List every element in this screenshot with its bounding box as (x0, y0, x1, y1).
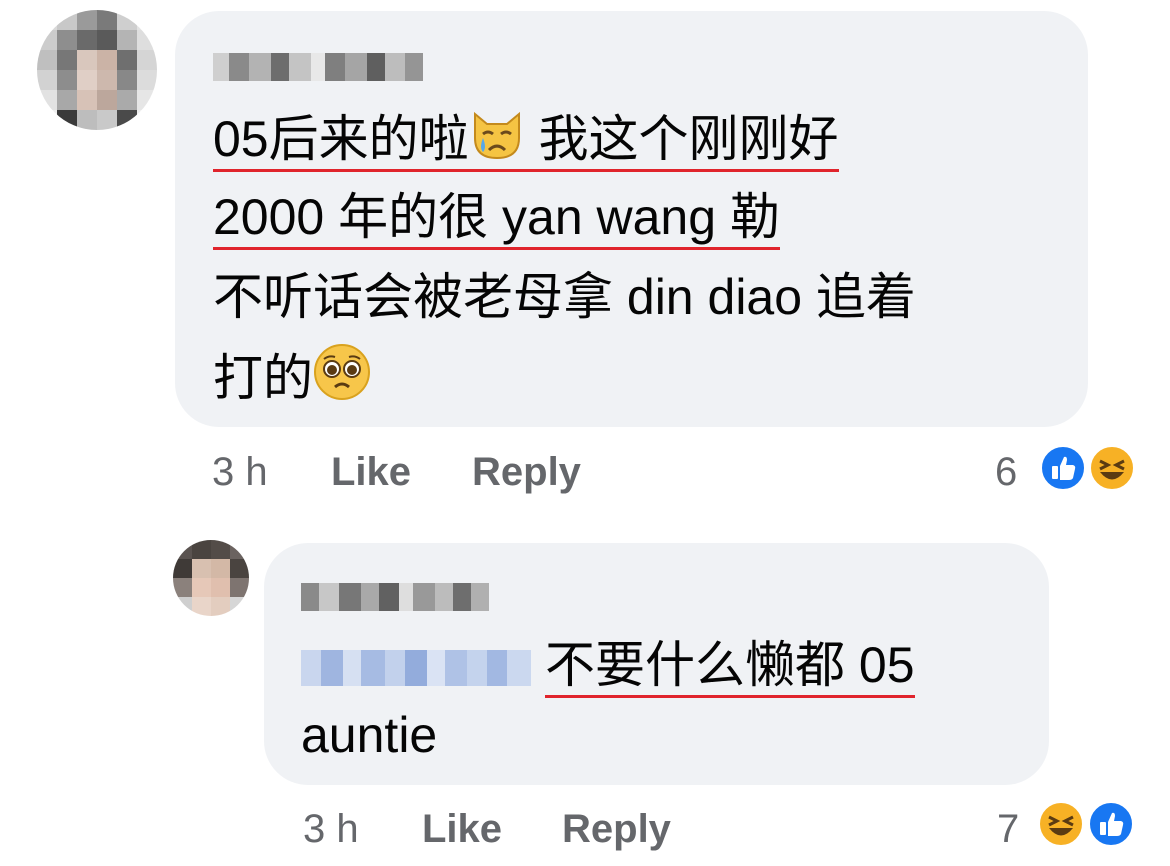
reply-bubble: 不要什么懒都 05 auntie (264, 543, 1049, 785)
commenter-name-blurred[interactable] (213, 53, 423, 81)
reply-like-button[interactable]: Like (422, 805, 502, 853)
replier-name-blurred[interactable] (301, 583, 489, 611)
comment-text-line-3: 不听话会被老母拿 din diao 追着 (213, 269, 916, 325)
like-reaction-icon[interactable] (1039, 444, 1087, 492)
comment-text-line-4: 打的 (213, 343, 371, 414)
comment-bubble: 05后来的啦 我这个刚刚好 2000 年的很 yan wang 勒 不听话会被老… (175, 11, 1088, 427)
reply-reply-button[interactable]: Reply (562, 805, 671, 853)
commenter-avatar[interactable] (37, 10, 157, 130)
crying-cat-emoji (469, 110, 525, 175)
reply-haha-reaction-icon[interactable] (1037, 800, 1085, 848)
comment-text-line-1: 05后来的啦 我这个刚刚好 (213, 109, 839, 175)
reply-like-reaction-icon[interactable] (1087, 800, 1135, 848)
reply-reaction-count[interactable]: 7 (997, 805, 1019, 853)
reply-timestamp[interactable]: 3 h (303, 805, 359, 853)
like-button[interactable]: Like (331, 448, 411, 496)
pleading-face-emoji (313, 343, 371, 414)
reply-text-line-1: 不要什么懒都 05 (301, 635, 915, 698)
reaction-count[interactable]: 6 (995, 448, 1017, 496)
reply-text-line-2: auntie (301, 707, 438, 763)
comment-timestamp[interactable]: 3 h (212, 448, 268, 496)
replier-avatar[interactable] (173, 540, 249, 616)
mention-blurred[interactable] (301, 650, 531, 686)
haha-reaction-icon[interactable] (1088, 444, 1136, 492)
comment-text-line-2: 2000 年的很 yan wang 勒 (213, 187, 780, 250)
reply-button[interactable]: Reply (472, 448, 581, 496)
